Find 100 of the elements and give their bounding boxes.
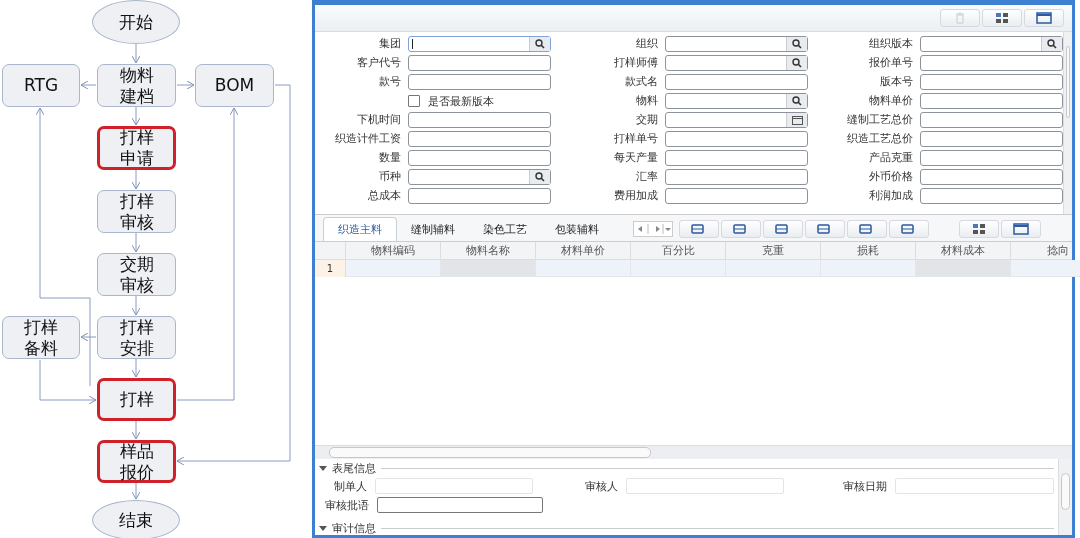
process-node: RTG [2,64,80,107]
search-icon [1047,39,1057,49]
terminal-node: 开始 [92,0,180,44]
field-label: 打样师傅 [613,55,658,71]
input-field[interactable] [665,131,808,147]
search-icon [792,96,802,106]
input-field[interactable] [665,74,808,90]
tab-scroll-control[interactable] [633,221,673,237]
input-field[interactable] [408,74,551,90]
input-field[interactable] [920,131,1063,147]
search-field[interactable] [408,36,551,52]
window-button[interactable] [1001,220,1041,238]
input-field[interactable] [665,188,808,204]
search-field[interactable] [920,36,1063,52]
input-field[interactable] [408,112,551,128]
search-field[interactable] [665,93,808,109]
field-label: 报价单号 [868,55,913,71]
arrow [131,43,141,64]
field-label: 外币价格 [868,169,913,185]
column-header[interactable]: 损耗 [821,242,916,259]
grid-tool-button[interactable] [679,220,719,238]
tab[interactable]: 包装辅料 [541,218,613,241]
field-label: 款式名 [624,74,658,90]
field-label: 币种 [378,169,401,185]
input-field[interactable] [920,112,1063,128]
search-field[interactable] [408,169,551,185]
input-field[interactable] [920,55,1063,71]
tab[interactable]: 染色工艺 [469,218,541,241]
field-label: 客户代号 [356,55,401,71]
input-field[interactable] [408,150,551,166]
field-label: 审核人 [583,478,618,494]
section-title: 审计信息 [332,521,376,535]
checkbox[interactable] [408,95,420,107]
window-button[interactable] [1024,9,1064,27]
arrow [131,169,141,190]
tab[interactable]: 缝制辅料 [397,218,469,241]
grid-tool-button[interactable] [889,220,929,238]
layout-button[interactable] [959,220,999,238]
search-field[interactable] [665,55,808,71]
column-header[interactable]: 材料单价 [536,242,631,259]
process-node: 交期 审核 [97,253,176,296]
grid-tool-button[interactable] [847,220,887,238]
field-label: 产品克重 [868,150,913,166]
field-label: 缝制工艺总价 [846,112,913,128]
process-node: 打样 审核 [97,190,176,233]
process-node: 打样 申请 [97,126,176,170]
field-label: 总成本 [367,188,401,204]
input-field[interactable] [377,497,543,513]
date-field[interactable] [665,112,808,128]
column-header[interactable]: 百分比 [631,242,726,259]
tab[interactable]: 织造主料 [323,217,397,241]
column-header[interactable]: 克重 [726,242,821,259]
scrollbar[interactable] [1058,459,1072,535]
arrow [131,358,141,378]
field-label: 集团 [378,36,401,52]
search-icon [535,172,545,182]
horizontal-scrollbar[interactable] [315,445,1072,459]
arrow [131,232,141,253]
field-label: 制单人 [332,478,367,494]
input-field[interactable] [665,169,808,185]
search-icon [792,58,802,68]
input-field[interactable] [920,93,1063,109]
search-icon [792,39,802,49]
input-field[interactable] [920,74,1063,90]
process-node: BOM [195,64,274,107]
layout-button[interactable] [982,9,1022,27]
field-label: 下机时间 [356,112,401,128]
terminal-node: 结束 [92,500,180,538]
input-field[interactable] [920,169,1063,185]
window-icon [1036,12,1052,24]
checkbox-label: 是否最新版本 [428,93,494,109]
field-label: 汇率 [635,169,658,185]
input-field[interactable] [920,188,1063,204]
column-header[interactable]: 材料成本 [916,242,1011,259]
field-label: 审核批语 [324,497,369,513]
field-label: 款号 [378,74,401,90]
input-field[interactable] [920,150,1063,166]
column-header[interactable]: 物料名称 [441,242,536,259]
row-number: 1 [315,260,346,277]
arrow [131,482,141,500]
field-label: 费用加成 [613,188,658,204]
scrollbar[interactable] [1063,32,1072,214]
arrow [131,295,141,316]
input-field[interactable] [665,150,808,166]
field-label: 组织 [635,36,658,52]
process-node: 物料 建档 [97,64,176,107]
column-header[interactable]: 物料编码 [346,242,441,259]
search-field[interactable] [665,36,808,52]
field-label: 版本号 [879,74,913,90]
grid-tool-button[interactable] [721,220,761,238]
input-field[interactable] [408,131,551,147]
column-header[interactable]: 捻向 [1011,242,1080,259]
trash-icon [955,12,965,24]
input-field[interactable] [408,55,551,71]
field-label: 交期 [635,112,658,128]
input-field[interactable] [408,188,551,204]
grid-tool-button[interactable] [763,220,803,238]
field-label: 组织版本 [868,36,913,52]
calendar-icon [791,115,803,125]
grid-tool-button[interactable] [805,220,845,238]
